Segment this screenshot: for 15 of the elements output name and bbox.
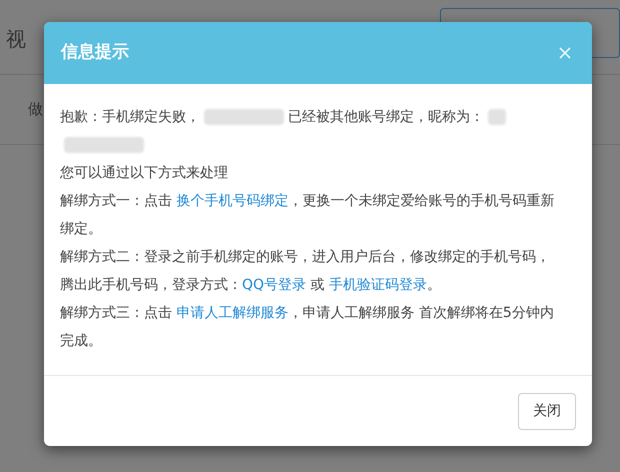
link[interactable]: 申请人工解绑服务 xyxy=(176,305,288,321)
blurred-redaction xyxy=(488,109,506,126)
close-icon[interactable] xyxy=(559,47,571,59)
message-paragraph: 抱歉：手机绑定失败， 已经被其他账号绑定，昵称为： xyxy=(60,103,562,159)
link[interactable]: QQ号登录 xyxy=(242,277,306,293)
link[interactable]: 换个手机号码绑定 xyxy=(176,193,288,209)
page-heading: 视 xyxy=(6,26,26,53)
dialog-title: 信息提示 xyxy=(61,41,129,64)
message-paragraph: 解绑方式二：登录之前手机绑定的账号，进入用户后台，修改绑定的手机号码，腾出此手机号码，登录方式：QQ号登录 或 手机验证码登录。 xyxy=(60,248,551,295)
close-button[interactable]: 关闭 xyxy=(518,392,576,430)
message-paragraph: 您可以通过以下方式来处理 xyxy=(60,164,229,183)
message-paragraph: 解绑方式三：点击 申请人工解绑服务，申请人工解绑服务 首次解绑将在5分钟内完成。 xyxy=(60,304,555,351)
row-label: 做 xyxy=(28,99,43,120)
link[interactable]: 手机验证码登录 xyxy=(328,277,427,293)
message-paragraph: 解绑方式一：点击 换个手机号码绑定，更换一个未绑定爱给账号的手机号码重新绑定。 xyxy=(60,192,556,239)
